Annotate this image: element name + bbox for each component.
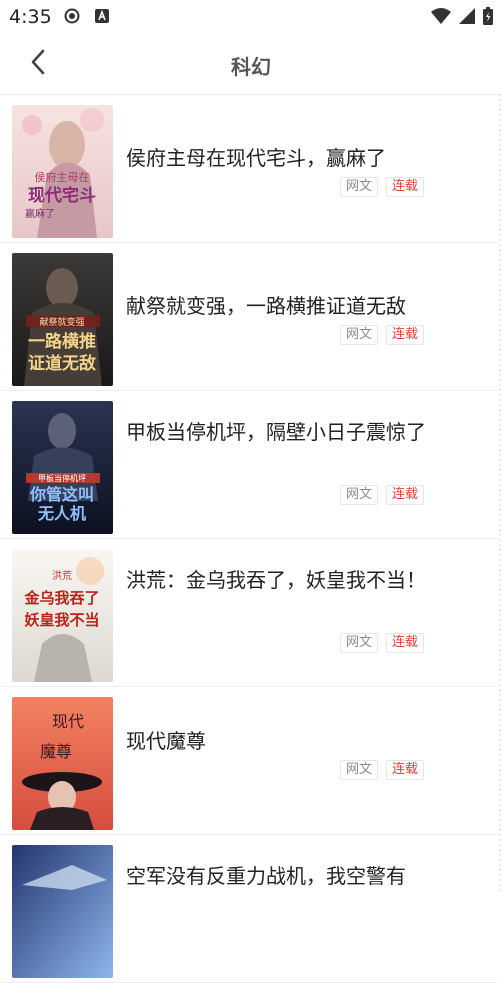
book-cover[interactable] xyxy=(12,845,113,978)
book-cover-art: 现代 魔尊 xyxy=(12,697,113,830)
book-item[interactable]: 献祭就变强 一路横推 证道无敌 献祭就变强，一路横推证道无敌 网文 连载 xyxy=(0,243,498,391)
status-bar: 4:35 xyxy=(0,0,502,34)
cover-text: 魔尊 xyxy=(40,742,72,761)
book-cover-art: 洪荒 金乌我吞了 妖皇我不当 xyxy=(12,549,113,682)
tag-genre: 网文 xyxy=(339,485,378,505)
book-tags: 网文 连载 xyxy=(339,325,424,345)
tag-genre: 网文 xyxy=(339,177,378,197)
book-cover-art xyxy=(12,845,113,978)
page-title: 科幻 xyxy=(231,55,271,79)
book-title[interactable]: 洪荒：金乌我吞了，妖皇我不当！ xyxy=(126,565,426,595)
cover-text: 证道无敌 xyxy=(28,353,96,374)
book-title[interactable]: 甲板当停机坪，隔壁小日子震惊了 xyxy=(126,417,426,447)
book-item[interactable]: 空军没有反重力战机，我空警有 xyxy=(0,835,498,983)
book-tags: 网文 连载 xyxy=(339,760,424,780)
tag-status: 连载 xyxy=(385,325,424,345)
book-cover[interactable]: 献祭就变强 一路横推 证道无敌 xyxy=(12,253,113,386)
tag-status: 连载 xyxy=(385,177,424,197)
cover-text: 献祭就变强 xyxy=(39,316,84,328)
a-icon xyxy=(94,8,110,28)
book-tags: 网文 连载 xyxy=(339,633,424,653)
wifi-icon xyxy=(430,7,452,29)
tag-genre: 网文 xyxy=(339,760,378,780)
tag-genre: 网文 xyxy=(339,325,378,345)
app-bar: 科幻 xyxy=(0,34,502,95)
signal-icon xyxy=(458,7,476,29)
tag-status: 连载 xyxy=(385,633,424,653)
book-cover-art: 侯府主母在 现代宅斗 赢麻了 xyxy=(12,105,113,238)
book-cover[interactable]: 侯府主母在 现代宅斗 赢麻了 xyxy=(12,105,113,238)
book-tags: 网文 连载 xyxy=(339,485,424,505)
book-item[interactable]: 侯府主母在 现代宅斗 赢麻了 侯府主母在现代宅斗，赢麻了 网文 连载 xyxy=(0,95,498,243)
book-title[interactable]: 献祭就变强，一路横推证道无敌 xyxy=(126,291,426,321)
cover-text: 侯府主母在 xyxy=(35,170,90,184)
book-title[interactable]: 空军没有反重力战机，我空警有 xyxy=(126,861,426,891)
status-time: 4:35 xyxy=(9,6,52,28)
scrollbar[interactable] xyxy=(498,94,502,892)
book-item[interactable]: 洪荒 金乌我吞了 妖皇我不当 洪荒：金乌我吞了，妖皇我不当！ 网文 连载 xyxy=(0,539,498,687)
book-item[interactable]: 甲板当停机坪 你管这叫 无人机 甲板当停机坪，隔壁小日子震惊了 网文 连载 xyxy=(0,391,498,539)
book-cover-art: 甲板当停机坪 你管这叫 无人机 xyxy=(12,401,113,534)
book-item[interactable]: 现代 魔尊 现代魔尊 网文 连载 xyxy=(0,687,498,835)
book-cover[interactable]: 现代 魔尊 xyxy=(12,697,113,830)
cover-text: 妖皇我不当 xyxy=(24,611,99,629)
book-title[interactable]: 现代魔尊 xyxy=(126,726,426,756)
cover-text: 赢麻了 xyxy=(25,207,55,220)
cover-text: 现代 xyxy=(52,712,84,731)
book-list[interactable]: 侯府主母在 现代宅斗 赢麻了 侯府主母在现代宅斗，赢麻了 网文 连载 献祭就变强… xyxy=(0,95,498,983)
record-icon xyxy=(64,8,80,28)
cover-text: 甲板当停机坪 xyxy=(38,473,86,483)
cover-text: 金乌我吞了 xyxy=(23,589,99,607)
cover-text: 现代宅斗 xyxy=(28,185,96,206)
book-tags: 网文 连载 xyxy=(339,177,424,197)
cover-text: 一路横推 xyxy=(28,331,96,352)
tag-genre: 网文 xyxy=(339,633,378,653)
tag-status: 连载 xyxy=(385,760,424,780)
cover-text: 无人机 xyxy=(37,504,86,523)
book-cover[interactable]: 洪荒 金乌我吞了 妖皇我不当 xyxy=(12,549,113,682)
battery-icon xyxy=(482,6,494,30)
cover-text: 洪荒 xyxy=(52,570,72,582)
book-cover-art: 献祭就变强 一路横推 证道无敌 xyxy=(12,253,113,386)
tag-status: 连载 xyxy=(385,485,424,505)
cover-text: 你管这叫 xyxy=(29,485,94,504)
book-title[interactable]: 侯府主母在现代宅斗，赢麻了 xyxy=(126,143,426,173)
book-cover[interactable]: 甲板当停机坪 你管这叫 无人机 xyxy=(12,401,113,534)
